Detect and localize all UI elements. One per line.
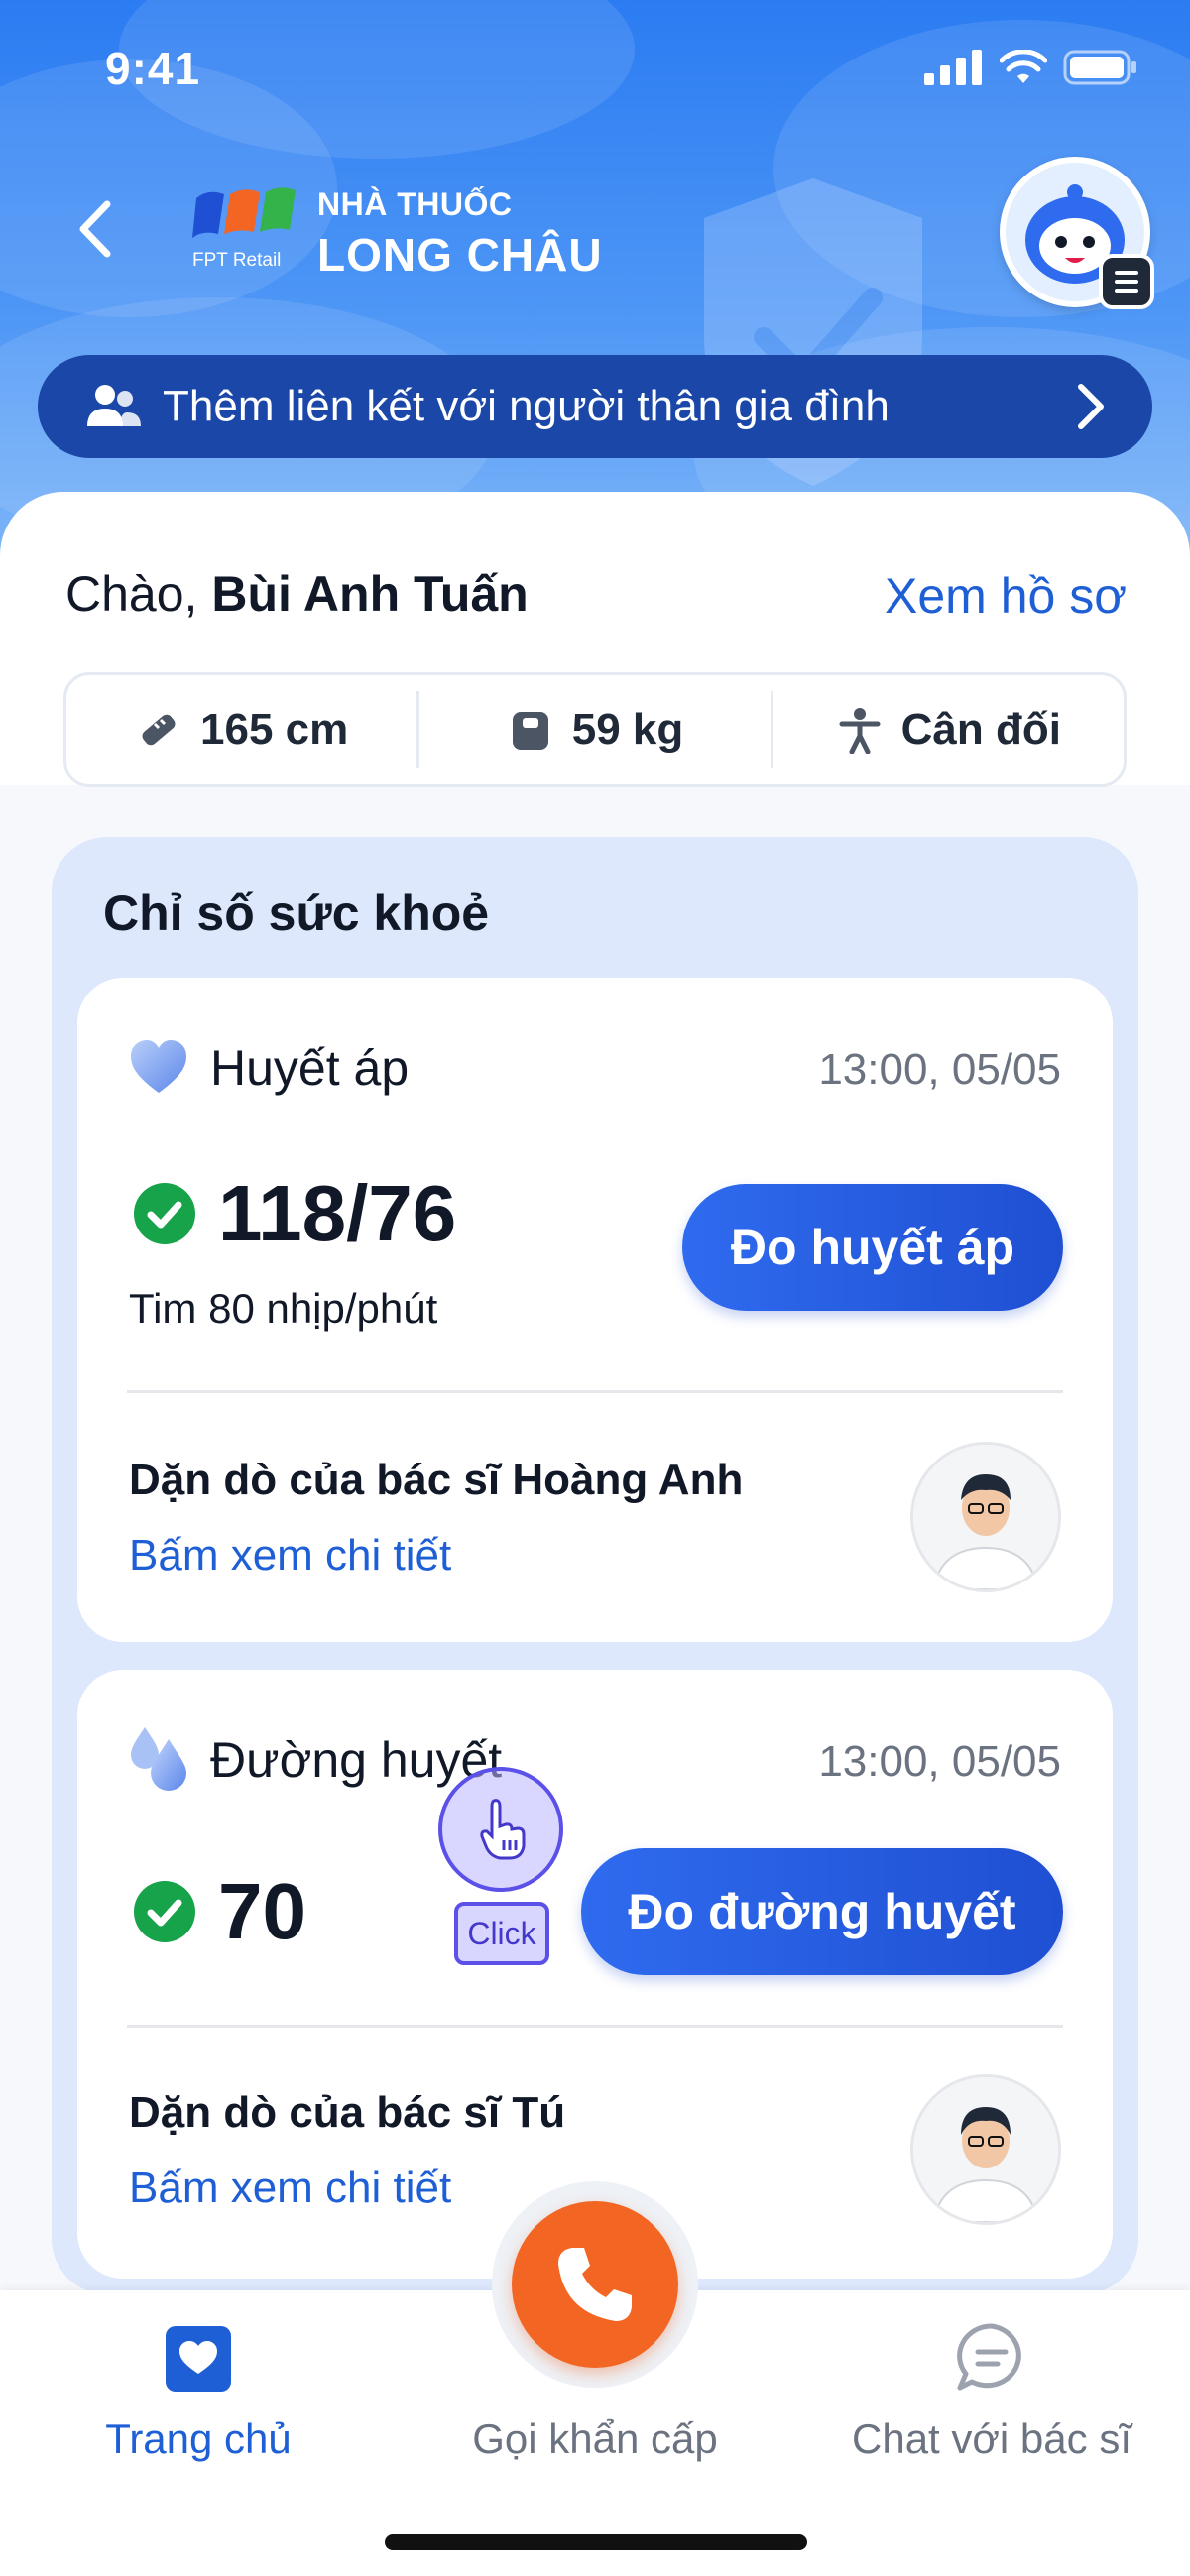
weight-value: 59 kg [571, 705, 684, 754]
status-bar: 9:41 [0, 0, 1190, 139]
metric-body-status: Cân đối [770, 691, 1124, 768]
blood-sugar-title: Đường huyết [210, 1732, 503, 1788]
advice-detail-link[interactable]: Bấm xem chi tiết [129, 1531, 451, 1581]
doctor-portrait-icon [913, 2077, 1058, 2222]
greeting: Chào, Bùi Anh Tuấn [65, 565, 529, 623]
click-label: Click [454, 1902, 549, 1965]
advice-detail-link[interactable]: Bấm xem chi tiết [129, 2164, 451, 2213]
doctor-advice-title: Dặn dò của bác sĩ Hoàng Anh [129, 1456, 744, 1504]
heart-home-icon [166, 2326, 231, 2392]
emergency-call-button[interactable] [512, 2201, 678, 2368]
doctor-avatar [910, 2074, 1061, 2225]
logo-subtitle: FPT Retail [192, 250, 282, 271]
nav-chat-label: Chat với bác sĩ [852, 2415, 1131, 2462]
check-circle-icon [134, 1183, 195, 1244]
logo-top-text: NHÀ THUỐC [317, 186, 513, 222]
nav-chat[interactable] [813, 2320, 1170, 2400]
blood-pressure-value: 118/76 [218, 1169, 457, 1257]
user-name: Bùi Anh Tuấn [211, 566, 529, 622]
nav-home[interactable] [20, 2320, 377, 2399]
doctor-advice-title: Dặn dò của bác sĩ Tú [129, 2088, 566, 2137]
logo-main-text: LONG CHÂU [317, 229, 603, 281]
doctor-avatar [910, 1442, 1061, 1592]
battery-icon [1063, 50, 1136, 85]
body-metrics: 165 cm 59 kg Cân đối [63, 672, 1127, 787]
drop-icon [131, 1727, 186, 1791]
nav-emergency-label[interactable]: Gọi khẩn cấp [416, 2415, 774, 2463]
measure-blood-sugar-button[interactable]: Đo đường huyết [581, 1848, 1063, 1975]
family-link-button[interactable]: Thêm liên kết với người thân gia đình [38, 355, 1152, 458]
scale-icon [512, 712, 548, 750]
heart-rate-value: Tim 80 nhịp/phút [129, 1285, 438, 1332]
nav-home-label: Trang chủ [105, 2415, 292, 2462]
divider [127, 1390, 1063, 1393]
brand-logo: FPT Retail NHÀ THUỐC LONG CHÂU [188, 178, 625, 288]
menu-icon[interactable] [1099, 254, 1154, 309]
signal-icon [924, 50, 982, 85]
height-value: 165 cm [200, 705, 349, 754]
divider [127, 2025, 1063, 2028]
ruler-icon [142, 714, 176, 746]
chevron-right-icon [1078, 384, 1104, 429]
family-link-label: Thêm liên kết với người thân gia đình [163, 382, 890, 430]
phone-icon [558, 2248, 632, 2321]
back-icon[interactable] [67, 194, 123, 264]
status-time: 9:41 [105, 43, 201, 94]
doctor-portrait-icon [913, 1445, 1058, 1589]
person-icon [839, 708, 881, 754]
blood-sugar-time: 13:00, 05/05 [818, 1737, 1061, 1786]
blood-pressure-title: Huyết áp [210, 1040, 410, 1096]
check-circle-icon [134, 1881, 195, 1942]
blood-pressure-time: 13:00, 05/05 [818, 1045, 1061, 1094]
metric-weight: 59 kg [416, 691, 770, 768]
health-section-title: Chỉ số sức khoẻ [103, 885, 490, 941]
click-cursor-indicator [438, 1767, 563, 1892]
view-profile-link[interactable]: Xem hồ sơ [885, 567, 1127, 625]
hand-pointer-icon [480, 1799, 526, 1860]
measure-blood-pressure-button[interactable]: Đo huyết áp [682, 1184, 1063, 1311]
home-indicator [385, 2534, 807, 2550]
chat-icon [957, 2323, 1021, 2391]
heart-icon [131, 1040, 186, 1093]
metric-height: 165 cm [66, 691, 416, 768]
family-icon [87, 385, 141, 426]
wifi-icon [1000, 50, 1047, 83]
body-status-value: Cân đối [900, 705, 1061, 754]
fpt-logo-icon [192, 187, 296, 238]
blood-sugar-value: 70 [218, 1867, 306, 1955]
greeting-prefix: Chào, [65, 566, 198, 622]
